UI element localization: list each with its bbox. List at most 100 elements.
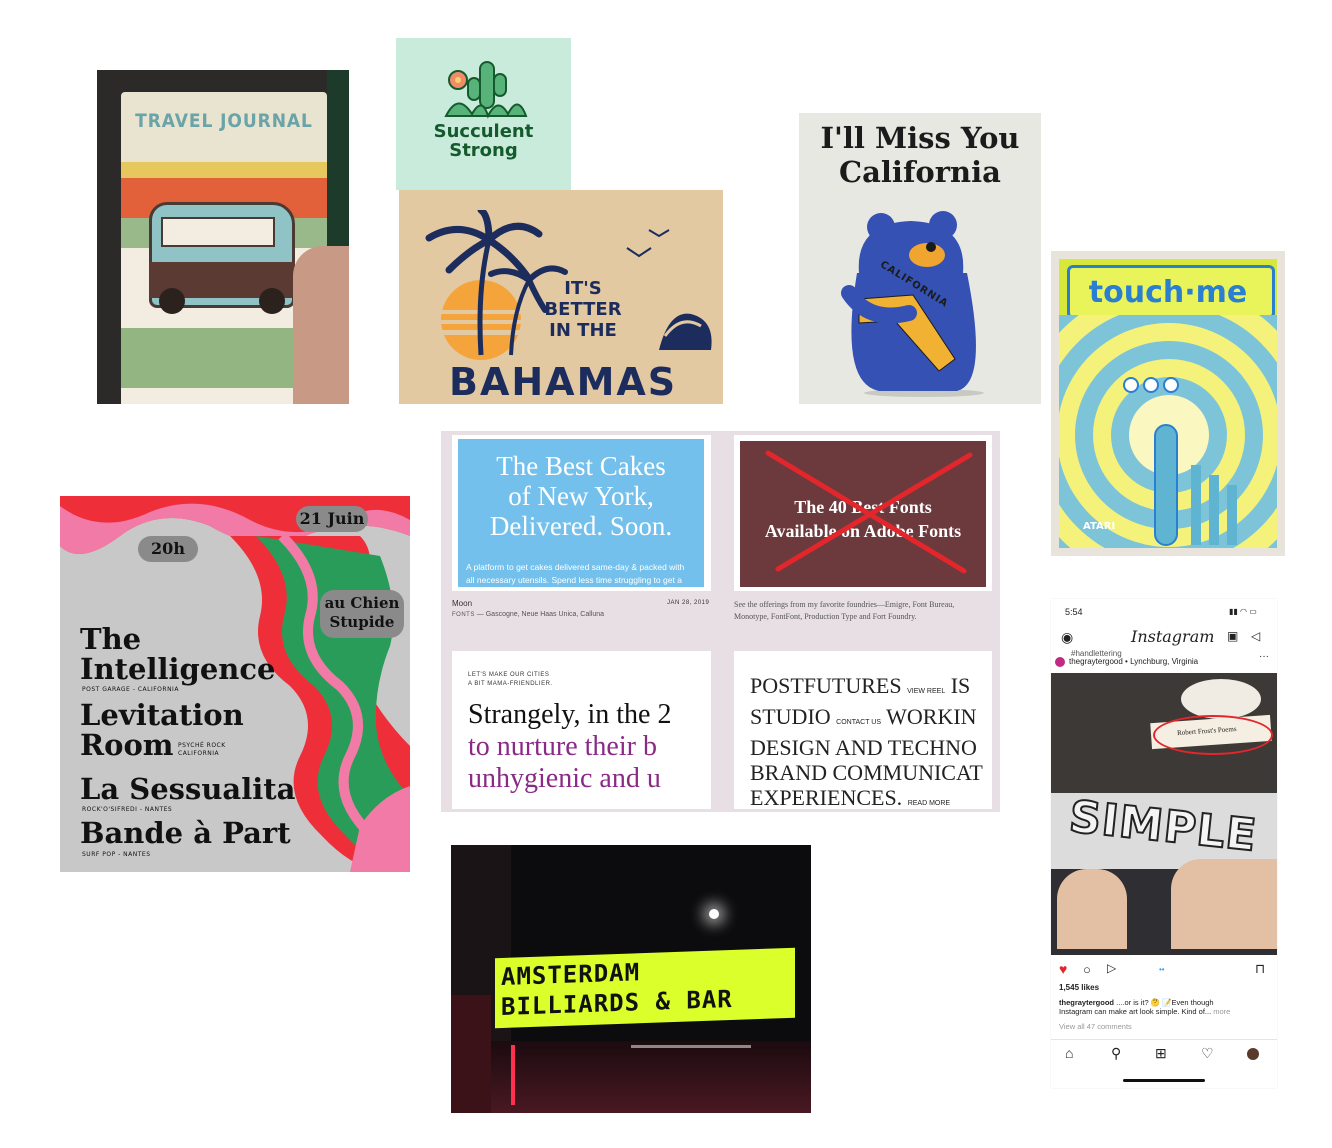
cities-article-panel: LET'S MAKE OUR CITIES A BIT MAMA-FRIENDL… [452, 651, 711, 809]
touch-me-poster: touch·me ATARI [1051, 251, 1285, 556]
caption-more-link[interactable]: more [1213, 1007, 1230, 1016]
instagram-screenshot: 5:54 ▮▮ ◠ ▭ ◉ Instagram ▣ ◁ #handletteri… [1051, 599, 1277, 1088]
act-2-genre2: CALIFORNIA [178, 750, 220, 757]
profile-avatar[interactable] [1247, 1048, 1259, 1060]
succulent-icon [444, 61, 528, 119]
succulent-line2: Strong [449, 140, 518, 161]
neon-sign: AMSTERDAM BILLIARDS & BAR [495, 947, 795, 1029]
pf-line4: BRAND COMMUNICAT [750, 760, 983, 785]
status-icons: ▮▮ ◠ ▭ [1229, 607, 1257, 616]
view-comments-link[interactable]: View all 47 comments [1059, 1022, 1132, 1031]
bahamas-title: BAHAMAS [449, 360, 678, 404]
travel-journal-photo: TRAVEL JOURNAL [97, 70, 349, 404]
act-2-name: Levitation [80, 698, 244, 732]
concentric-rings [1059, 315, 1277, 548]
simple-lettering: SIMPLE [1066, 790, 1260, 862]
bahamas-line1: IT'S [564, 278, 602, 299]
pf-line2-end: WORKIN [886, 704, 977, 729]
cities-kicker-2: A BIT MAMA-FRIENDLIER. [468, 681, 553, 687]
pf-read-more-link[interactable]: READ MORE [908, 800, 950, 807]
pf-line3: DESIGN AND TECHNO [750, 735, 977, 760]
pf-line5: EXPERIENCES. [750, 785, 903, 809]
hand-left [1057, 869, 1127, 949]
pf-contact-link[interactable]: CONTACT US [836, 719, 881, 726]
cakes-fonts-value: — Gascogne, Neue Haas Unica, Calluna [476, 611, 605, 618]
act-1-name: The [80, 622, 142, 656]
bahamas-line2: BETTER [544, 299, 622, 320]
caption-text-2: Instagram can make art look simple. Kind… [1059, 1007, 1212, 1016]
cakes-body-2: all necessary utensils. Spend less time … [466, 575, 682, 585]
pf-view-reel-link[interactable]: VIEW REEL [907, 688, 945, 695]
succulent-line1: Succulent [433, 121, 534, 142]
amsterdam-billiards-photo: AMSTERDAM BILLIARDS & BAR [451, 845, 811, 1113]
app-title: Instagram [1131, 627, 1215, 646]
like-heart-icon[interactable]: ♥ [1059, 961, 1067, 977]
red-cross-mark [765, 450, 973, 574]
avatar[interactable] [1055, 657, 1065, 667]
cities-line1: Strangely, in the 2 [468, 699, 672, 730]
share-icon[interactable]: ▷ [1107, 961, 1116, 975]
adobe-caption-1: See the offerings from my favorite found… [734, 600, 955, 609]
touch-me-title: touch·me [1088, 275, 1248, 310]
time-badge: 20h [138, 536, 198, 562]
postfutures-panel: POSTFUTURES VIEW REEL IS STUDIO CONTACT … [734, 651, 992, 809]
act-4-name: Bande à Part [80, 816, 291, 850]
cakes-headline-2: of New York, [508, 481, 654, 511]
search-icon[interactable]: ⚲ [1111, 1045, 1121, 1062]
cities-kicker-1: LET'S MAKE OUR CITIES [468, 672, 550, 678]
cities-line3: unhygienic and u [468, 763, 661, 794]
bookmark-icon[interactable]: ⊓ [1255, 961, 1265, 977]
home-indicator [1123, 1079, 1205, 1082]
journal-title: TRAVEL JOURNAL [135, 110, 313, 132]
red-circle-annotation [1153, 715, 1273, 755]
cakes-body-1: A platform to get cakes delivered same-d… [466, 562, 685, 572]
post-location[interactable]: Lynchburg, Virginia [1130, 657, 1198, 666]
california-line2: California [839, 155, 1001, 189]
post-username[interactable]: thegraytergood [1069, 657, 1123, 666]
website-collage: The Best Cakes of New York, Delivered. S… [441, 431, 1000, 812]
act-2-genre: PSYCHÉ ROCK [178, 742, 226, 749]
atari-logo: ATARI [1083, 521, 1116, 532]
post-photo[interactable]: Robert Frost's Poems SIMPLE [1051, 673, 1277, 955]
bahamas-line3: IN THE [549, 320, 617, 341]
pf-line2: STUDIO [750, 704, 831, 729]
touch-me-art: touch·me ATARI [1059, 259, 1277, 548]
cakes-site-panel: The Best Cakes of New York, Delivered. S… [452, 435, 711, 591]
new-post-icon[interactable]: ⊞ [1155, 1045, 1167, 1062]
adobe-caption-2: Monotype, FontFont, Production Type and … [734, 612, 917, 621]
bear-illustration [841, 211, 984, 397]
cakes-headline-3: Delivered. Soon. [489, 511, 673, 541]
direct-message-icon[interactable]: ◁ [1251, 629, 1260, 643]
cakes-fonts-label: FONTS [452, 612, 475, 618]
igtv-icon[interactable]: ▣ [1227, 629, 1238, 643]
activity-heart-icon[interactable]: ♡ [1201, 1045, 1214, 1062]
act-4-genre: SURF POP - NANTES [82, 851, 151, 858]
adobe-fonts-panel: The 40 Best Fonts Available on Adobe Fon… [734, 435, 992, 591]
cakes-headline-1: The Best Cakes [496, 451, 666, 481]
pf-line1: POSTFUTURES [750, 673, 902, 698]
cities-line2: to nurture their b [468, 731, 657, 762]
caption-text: ....or is it? 🤔 📝Even though [1116, 998, 1214, 1007]
act-2-name2: Room [80, 728, 174, 762]
status-time: 5:54 [1065, 607, 1083, 617]
pf-line1-end: IS [950, 673, 971, 698]
act-3-genre: ROCK'O'SIFREDI - NANTES [82, 806, 173, 813]
more-options-icon[interactable]: ··· [1259, 651, 1269, 662]
venue-badge: au Chien Stupide [320, 590, 404, 638]
california-line1: I'll Miss You [820, 121, 1020, 155]
cakes-caption-title: Moon [452, 599, 473, 608]
venue-line2: Stupide [329, 613, 395, 631]
act-1-genre: POST GARAGE - CALIFORNIA [82, 686, 179, 693]
hand-right [1171, 859, 1277, 949]
comment-icon[interactable]: ○ [1083, 962, 1091, 977]
like-count[interactable]: 1,545 likes [1059, 983, 1099, 992]
home-icon[interactable]: ⌂ [1065, 1045, 1073, 1061]
street-light [709, 909, 719, 919]
act-3-name: La Sessualita [80, 772, 296, 806]
venue-line1: au Chien [324, 594, 400, 612]
act-1-name2: Intelligence [80, 652, 276, 686]
caption-username[interactable]: thegraytergood [1059, 998, 1114, 1007]
carousel-dots: •• [1159, 965, 1165, 974]
cakes-caption-date: JAN 28, 2019 [667, 600, 710, 606]
camera-icon[interactable]: ◉ [1061, 629, 1073, 646]
